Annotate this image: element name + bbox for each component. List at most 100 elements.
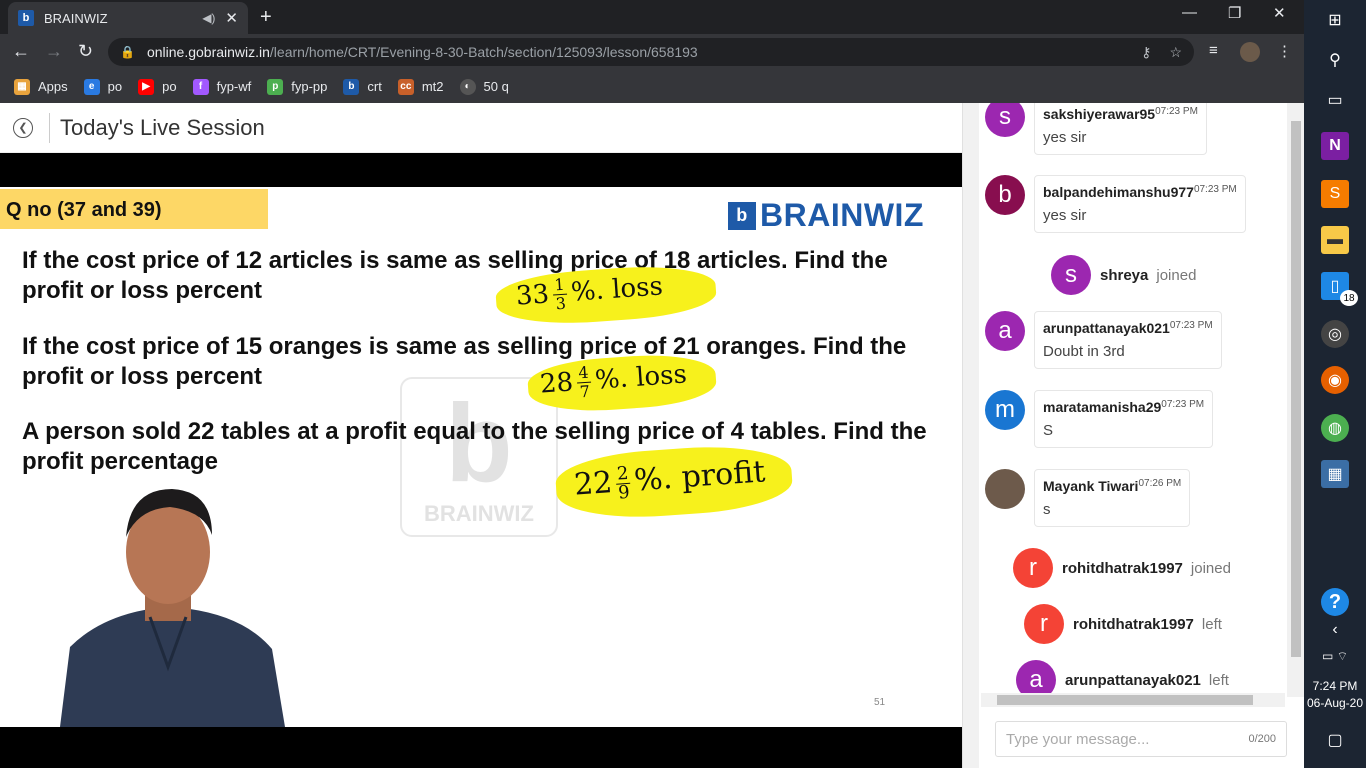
lock-icon[interactable]: 🔒 <box>120 45 135 59</box>
question-banner: Q no (37 and 39) <box>0 189 268 229</box>
chat-placeholder: Type your message... <box>1006 730 1150 748</box>
media-player-icon[interactable]: ◎ <box>1321 320 1349 348</box>
tab-brainwiz[interactable]: b BRAINWIZ ◀) ✕ <box>8 2 248 34</box>
bookmark-po-2[interactable]: ▶ po <box>138 78 177 95</box>
join-event: s shreya joined <box>1051 255 1196 295</box>
tab-strip: b BRAINWIZ ◀) ✕ + — ❐ ✕ <box>0 0 1304 34</box>
avatar: s <box>1051 255 1091 295</box>
menu-kebab-icon[interactable]: ⋮ <box>1277 42 1292 60</box>
bookmark-apps[interactable]: ▦ Apps <box>14 78 68 95</box>
avatar-photo <box>985 469 1025 509</box>
lesson-page: ❮ Today's Live Session Q no (37 and 39) … <box>0 103 962 768</box>
search-icon[interactable]: ⚲ <box>1321 46 1349 74</box>
bookmarks-bar: ▦ Apps e po ▶ po f fyp-wf p fyp-pp b crt cc mt2… <box>0 70 1304 103</box>
notifications-icon[interactable]: ▢ <box>1321 726 1349 754</box>
pp-icon: p <box>267 78 284 95</box>
key-icon[interactable]: ⚷ <box>1141 44 1151 61</box>
page-header: ❮ Today's Live Session <box>0 103 962 153</box>
firefox-icon[interactable]: ◉ <box>1321 366 1349 394</box>
reload-icon[interactable]: ↻ <box>78 41 93 62</box>
chat-message: a arunpattanayak02107:23 PM Doubt in 3rd <box>985 311 1222 369</box>
bookmark-fyp-wf[interactable]: f fyp-wf <box>192 78 251 95</box>
calculator-icon[interactable]: ▦ <box>1321 460 1349 488</box>
notification-badge: 18 <box>1340 290 1358 306</box>
avatar: s <box>985 103 1025 137</box>
profile-avatar[interactable] <box>1240 42 1260 62</box>
file-explorer-icon[interactable]: ▬ <box>1321 226 1349 254</box>
maximize-button[interactable]: ❐ <box>1228 4 1241 22</box>
youtube-icon: ▶ <box>138 78 155 95</box>
apps-grid-icon: ▦ <box>14 78 30 95</box>
avatar: m <box>985 390 1025 430</box>
avatar: r <box>1013 548 1053 588</box>
tab-title: BRAINWIZ <box>44 10 108 26</box>
slide: Q no (37 and 39) b BRAINWIZ b BRAINWIZ I… <box>0 187 962 727</box>
url-host: online.gobrainwiz.in <box>146 44 270 60</box>
figma-icon: f <box>192 78 209 95</box>
avatar: a <box>985 311 1025 351</box>
task-view-icon[interactable]: ▭ <box>1321 86 1349 114</box>
bookmark-po-1[interactable]: e po <box>83 78 122 95</box>
chat-message: b balpandehimanshu97707:23 PM yes sir <box>985 175 1246 233</box>
back-arrow-icon[interactable]: ← <box>12 41 30 62</box>
question-3: A person sold 22 tables at a profit equa… <box>22 418 927 475</box>
avatar: b <box>985 175 1025 215</box>
message-bubble: maratamanisha2907:23 PM S <box>1034 390 1214 448</box>
brand-name: BRAINWIZ <box>760 197 924 233</box>
toolbar: ← → ↻ 🔒 online.gobrainwiz.in /learn/home… <box>0 34 1304 70</box>
speaker-icon[interactable]: ◀) <box>202 11 215 25</box>
windows-start-icon[interactable]: ⊞ <box>1321 6 1349 34</box>
media-control-icon[interactable]: ≡ <box>1209 42 1218 59</box>
brainwiz-logo-icon: b <box>728 201 756 230</box>
chrome-icon[interactable]: ◍ <box>1321 414 1349 442</box>
chat-scrollbar[interactable] <box>1287 103 1304 697</box>
leave-event: r rohitdhatrak1997 left <box>1024 604 1222 644</box>
question-2: If the cost price of 15 oranges is same … <box>22 333 907 390</box>
chat-message: s sakshiyerawar9507:23 PM yes sir <box>985 103 1207 155</box>
chat-message: Mayank Tiwari07:26 PM s <box>985 469 1191 527</box>
onenote-icon[interactable]: N <box>1321 132 1349 160</box>
page-title: Today's Live Session <box>60 114 265 140</box>
system-clock[interactable]: 7:24 PM 06-Aug-20 <box>1304 678 1366 712</box>
message-bubble: Mayank Tiwari07:26 PM s <box>1034 469 1191 527</box>
bookmark-star-icon[interactable]: ☆ <box>1169 44 1182 61</box>
join-event: r rohitdhatrak1997 joined <box>1013 548 1231 588</box>
help-icon[interactable]: ? <box>1321 588 1349 616</box>
address-bar[interactable]: 🔒 online.gobrainwiz.in /learn/home/CRT/E… <box>108 38 1194 66</box>
minimize-button[interactable]: — <box>1182 4 1197 21</box>
bookmark-crt[interactable]: b crt <box>343 78 382 95</box>
windows-taskbar: ⊞ ⚲ ▭ N S ▬ ▯ 18 ◎ ◉ ◍ ▦ ? ‹ ▭ ⌔ 7:24 PM… <box>1304 0 1366 768</box>
brainwiz-favicon-icon: b <box>18 10 34 26</box>
close-window-button[interactable]: ✕ <box>1273 4 1286 22</box>
char-count: 0/200 <box>1248 733 1276 745</box>
message-bubble: balpandehimanshu97707:23 PM yes sir <box>1034 175 1246 233</box>
forward-arrow-icon[interactable]: → <box>45 41 63 62</box>
message-bubble: sakshiyerawar9507:23 PM yes sir <box>1034 103 1207 155</box>
chat-horizontal-scrollbar[interactable] <box>981 693 1285 707</box>
watermark-text: BRAINWIZ <box>424 501 534 526</box>
message-bubble: arunpattanayak02107:23 PM Doubt in 3rd <box>1034 311 1222 369</box>
avatar: r <box>1024 604 1064 644</box>
brainwiz-icon: b <box>343 78 360 95</box>
back-circle-icon[interactable]: ❮ <box>13 117 33 138</box>
scroll-thumb[interactable] <box>1291 121 1301 657</box>
video-player[interactable]: Q no (37 and 39) b BRAINWIZ b BRAINWIZ I… <box>0 153 962 768</box>
bookmark-50q[interactable]: ◐ 50 q <box>459 78 509 95</box>
po-icon: e <box>83 78 100 95</box>
bookmark-mt2[interactable]: cc mt2 <box>397 78 444 95</box>
question-1: If the cost price of 12 articles is same… <box>22 247 888 304</box>
chat-message: m maratamanisha2907:23 PM S <box>985 390 1214 448</box>
left-scrollbar[interactable] <box>963 103 979 768</box>
globe-icon: ◐ <box>459 78 476 95</box>
battery-wifi-icon[interactable]: ▭ ⌔ <box>1321 642 1349 670</box>
chat-input[interactable]: Type your message... 0/200 <box>995 721 1287 757</box>
close-tab-icon[interactable]: ✕ <box>225 9 238 27</box>
new-tab-button[interactable]: + <box>260 6 272 29</box>
cc-icon: cc <box>397 78 414 95</box>
bookmark-fyp-pp[interactable]: p fyp-pp <box>267 78 327 95</box>
chat-panel: s sakshiyerawar9507:23 PM yes sir b balp… <box>962 103 1304 768</box>
brainwiz-logo: b BRAINWIZ <box>728 197 924 234</box>
chevron-left-icon[interactable]: ‹ <box>1321 616 1349 644</box>
scroll-thumb[interactable] <box>997 695 1253 705</box>
sublime-icon[interactable]: S <box>1321 180 1349 208</box>
